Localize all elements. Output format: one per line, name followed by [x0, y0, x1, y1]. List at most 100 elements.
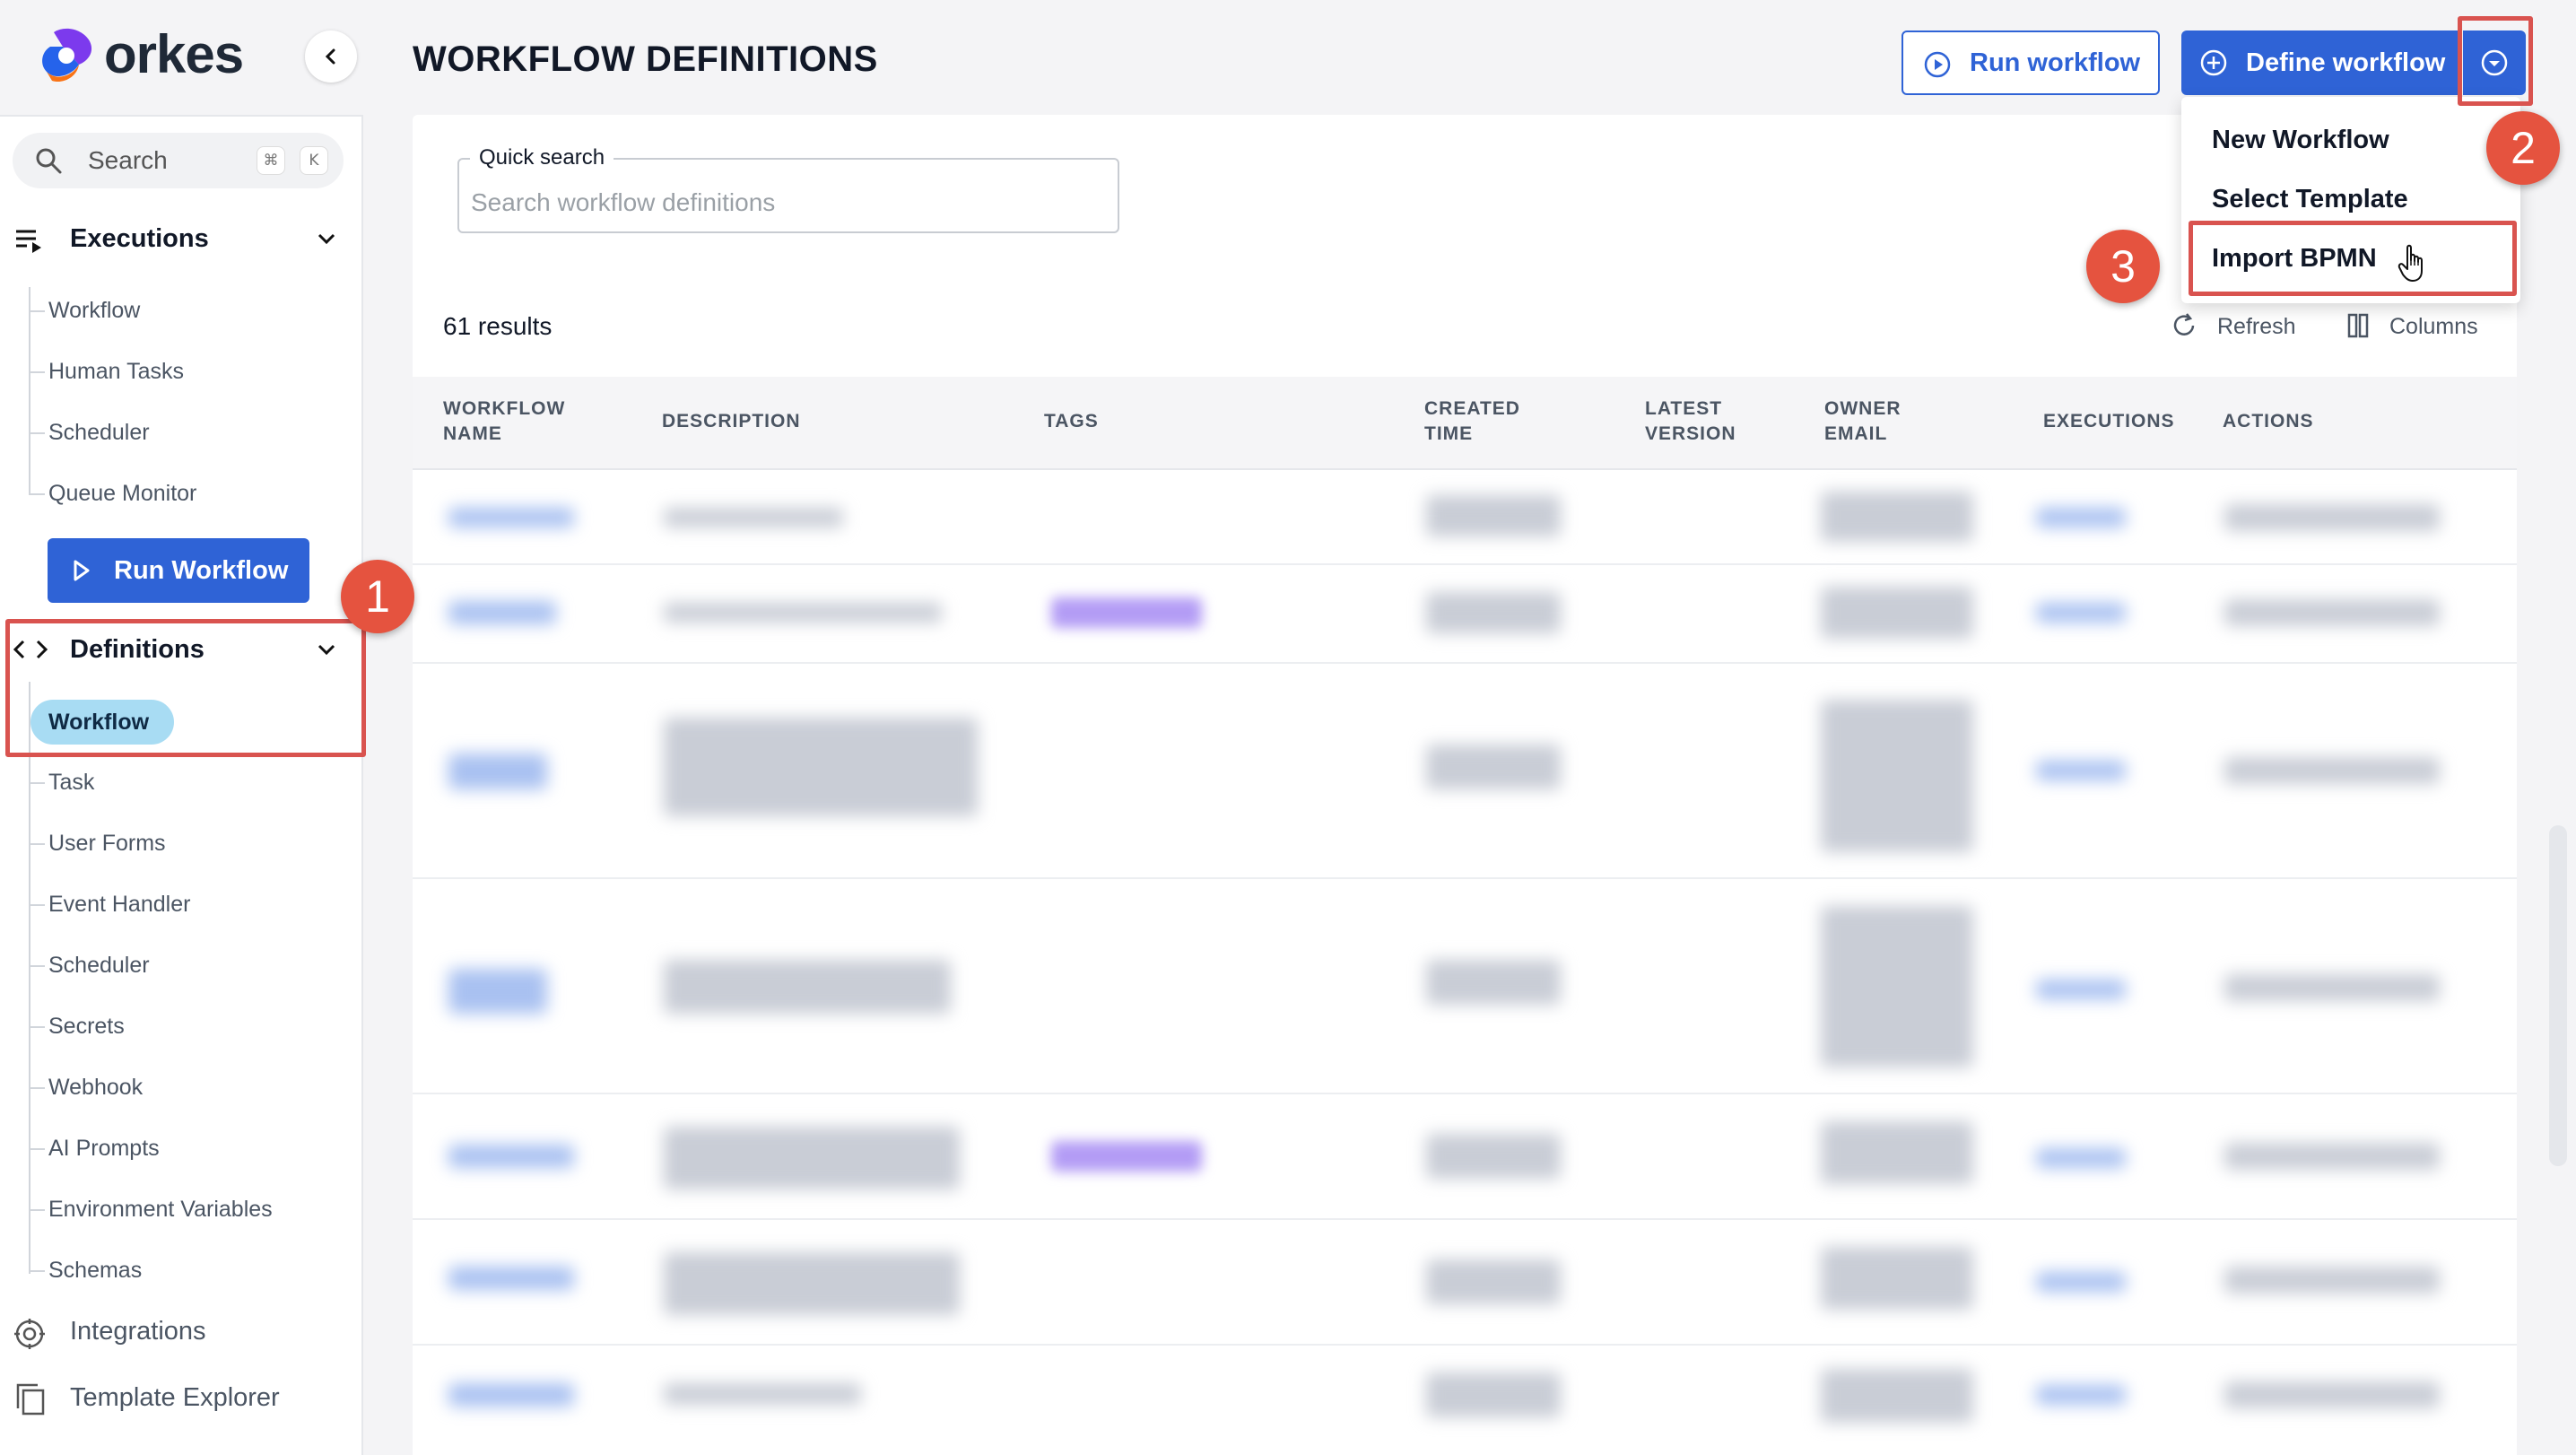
play-circle-icon: [1924, 51, 1951, 78]
column-header-created-time[interactable]: CREATED TIME: [1424, 396, 1520, 447]
sidebar-item-secrets[interactable]: Secrets: [48, 1008, 125, 1044]
sidebar-item-executions-workflow[interactable]: Workflow: [48, 292, 140, 328]
table-row[interactable]: [413, 1346, 2517, 1455]
blurred-cell: [664, 1127, 960, 1189]
sidebar-item-label: Integrations: [70, 1317, 206, 1346]
tree-tick: [29, 965, 45, 967]
sidebar-item-event-handler[interactable]: Event Handler: [48, 886, 190, 922]
blurred-cell: [1821, 1121, 1973, 1184]
column-header-description[interactable]: DESCRIPTION: [662, 409, 801, 434]
blurred-cell: [2224, 599, 2440, 626]
blurred-cell: [2036, 1148, 2126, 1168]
tree-tick: [29, 432, 45, 434]
code-icon: [13, 640, 48, 659]
blurred-cell: [448, 1145, 574, 1168]
column-header-owner-email[interactable]: OWNER EMAIL: [1824, 396, 1902, 447]
header-line: EXECUTIONS: [2043, 411, 2175, 431]
sidebar-item-task[interactable]: Task: [48, 764, 94, 800]
quick-search-placeholder: Search workflow definitions: [471, 188, 776, 216]
chevron-left-icon: [325, 48, 335, 65]
sidebar-item-environment-variables[interactable]: Environment Variables: [48, 1191, 273, 1227]
define-workflow-button[interactable]: Define workflow: [2181, 30, 2461, 95]
menu-item-import-bpmn[interactable]: Import BPMN: [2212, 240, 2377, 276]
blurred-cell: [1426, 745, 1561, 789]
sidebar-item-template-explorer[interactable]: Template Explorer: [0, 1374, 363, 1428]
blurred-cell: [1821, 1369, 1973, 1423]
blurred-cell: [664, 603, 942, 623]
run-workflow-label: Run workflow: [1970, 48, 2141, 77]
header-line: TIME: [1424, 423, 1474, 444]
blurred-cell: [2224, 757, 2440, 784]
column-header-actions[interactable]: ACTIONS: [2223, 409, 2314, 434]
section-definitions[interactable]: Definitions: [0, 623, 363, 676]
quick-search-label: Quick search: [470, 144, 614, 172]
blurred-cell: [664, 718, 978, 816]
table-row[interactable]: [413, 879, 2517, 1094]
table-row[interactable]: [413, 1220, 2517, 1346]
header-line: CREATED: [1424, 398, 1520, 419]
scrollbar[interactable]: [2549, 825, 2567, 1166]
blurred-cell: [2036, 980, 2126, 999]
blurred-cell: [2036, 508, 2126, 527]
column-header-workflow-name[interactable]: WORKFLOW NAME: [443, 396, 565, 447]
header-line: NAME: [443, 423, 502, 444]
sidebar-run-workflow-button[interactable]: Run Workflow: [48, 538, 309, 603]
shortcut-cmd-key: ⌘: [257, 146, 285, 175]
blurred-cell: [2036, 761, 2126, 780]
blurred-cell: [1821, 700, 1973, 852]
blurred-cell: [448, 969, 547, 1014]
header-line: OWNER: [1824, 398, 1902, 419]
play-icon: [74, 560, 90, 581]
chevron-down-icon: [318, 233, 335, 245]
section-executions[interactable]: Executions: [0, 212, 363, 266]
blurred-cell: [664, 508, 843, 527]
collapse-sidebar-button[interactable]: [305, 30, 357, 83]
tree-tick: [29, 371, 45, 373]
columns-label: Columns: [2389, 314, 2478, 339]
sidebar-item-schemas[interactable]: Schemas: [48, 1252, 142, 1288]
tree-line: [29, 682, 30, 1274]
sidebar-item-webhook[interactable]: Webhook: [48, 1069, 143, 1105]
sidebar-item-integrations[interactable]: Integrations: [0, 1308, 363, 1362]
column-header-executions[interactable]: EXECUTIONS: [2043, 409, 2175, 434]
run-workflow-button[interactable]: Run workflow: [1902, 30, 2160, 95]
blurred-cell: [1426, 592, 1561, 633]
chevron-down-circle-icon: [2481, 49, 2508, 76]
sidebar-item-definitions-workflow[interactable]: Workflow: [30, 700, 174, 745]
sidebar-item-label: Template Explorer: [70, 1383, 280, 1412]
blurred-cell: [1426, 1372, 1561, 1417]
sidebar-item-ai-prompts[interactable]: AI Prompts: [48, 1130, 160, 1166]
table-row[interactable]: [413, 472, 2517, 565]
blurred-cell: [1426, 495, 1561, 536]
column-header-latest-version[interactable]: LATEST VERSION: [1645, 396, 1736, 447]
step-badge-2: 2: [2486, 111, 2560, 185]
blurred-cell: [2224, 1267, 2440, 1294]
blurred-cell: [1426, 1134, 1561, 1179]
blurred-cell: [448, 754, 547, 789]
column-header-tags[interactable]: TAGS: [1044, 409, 1099, 434]
menu-item-new-workflow[interactable]: New Workflow: [2212, 122, 2389, 158]
blurred-cell: [1821, 587, 1973, 639]
header-line: VERSION: [1645, 423, 1736, 444]
table-row[interactable]: [413, 565, 2517, 664]
tree-tick: [29, 493, 45, 495]
sidebar-item-definitions-scheduler[interactable]: Scheduler: [48, 947, 150, 983]
sidebar-search[interactable]: Search ⌘ K: [13, 133, 344, 188]
results-count: 61 results: [443, 312, 553, 340]
step-badge-3: 3: [2086, 230, 2160, 303]
step-badge-1: 1: [341, 560, 414, 633]
table-row[interactable]: [413, 664, 2517, 879]
blurred-cell: [448, 1383, 574, 1407]
section-definitions-label: Definitions: [70, 634, 205, 664]
sidebar-item-executions-scheduler[interactable]: Scheduler: [48, 414, 150, 450]
plus-circle-icon: [2200, 49, 2227, 76]
blurred-cell: [2036, 1272, 2126, 1292]
sidebar-item-human-tasks[interactable]: Human Tasks: [48, 353, 184, 389]
sidebar-item-queue-monitor[interactable]: Queue Monitor: [48, 475, 196, 511]
sidebar-item-user-forms[interactable]: User Forms: [48, 825, 166, 861]
header-line: TAGS: [1044, 411, 1099, 431]
menu-item-select-template[interactable]: Select Template: [2212, 181, 2408, 217]
define-workflow-dropdown-button[interactable]: [2463, 30, 2526, 95]
blurred-cell: [1821, 492, 1973, 542]
table-row[interactable]: [413, 1094, 2517, 1220]
